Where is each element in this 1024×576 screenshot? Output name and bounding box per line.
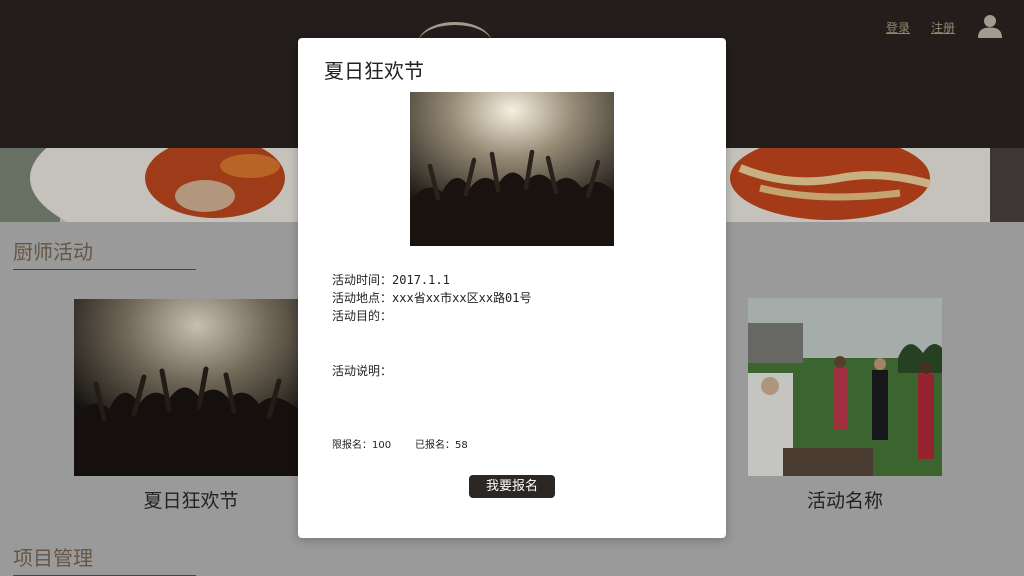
concert-crowd-photo [410,92,614,246]
activity-description: 活动说明： [332,362,392,379]
signup-button[interactable]: 我要报名 [469,475,555,498]
registered-count-value: 58 [455,440,468,451]
registered-count-label: 已报名： [415,440,455,451]
registration-limit-value: 100 [372,440,392,451]
activity-location: 活动地点：xxx省xx市xx区xx路01号 [332,289,532,306]
activity-detail-modal: 夏日狂欢节 活动时间：2017.1.1 活动地点：xxx省xx市xx区xx路01… [298,38,726,538]
modal-title: 夏日狂欢节 [324,59,424,83]
activity-location-label: 活动地点： [332,291,393,305]
registered-count: 已报名：58 [415,436,468,451]
activity-description-label: 活动说明： [332,364,393,378]
activity-purpose-label: 活动目的： [332,309,393,323]
activity-time-label: 活动时间： [332,273,393,287]
activity-time: 活动时间：2017.1.1 [332,271,450,288]
activity-purpose: 活动目的： [332,307,392,324]
activity-location-value: xxx省xx市xx区xx路01号 [392,291,532,305]
registration-limit-label: 限报名： [332,440,372,451]
registration-limit: 限报名：100 [332,436,391,451]
activity-time-value: 2017.1.1 [392,273,450,287]
